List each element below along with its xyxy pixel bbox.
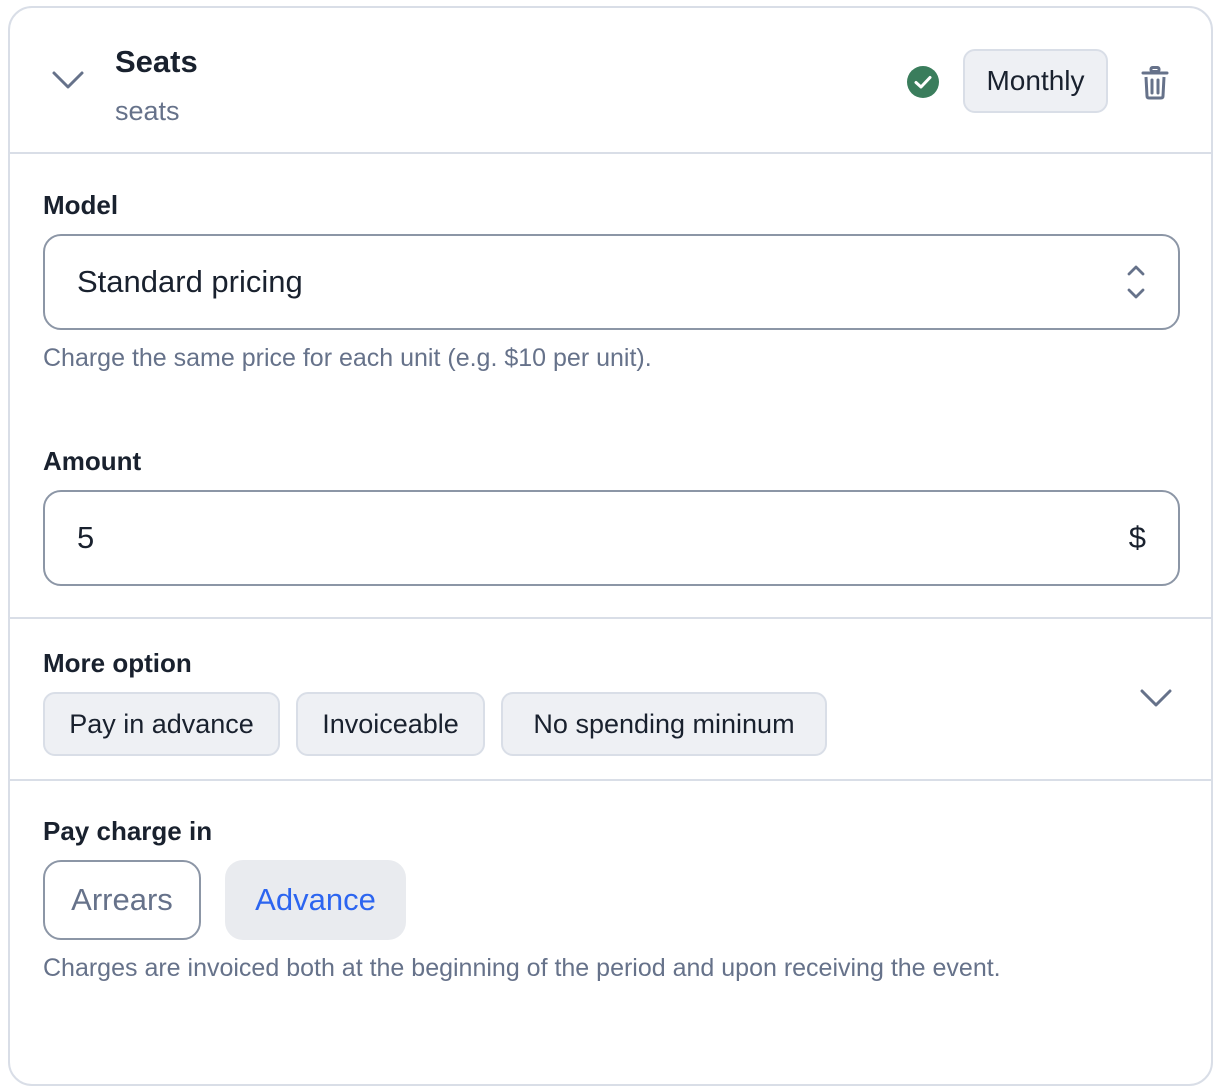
amount-input-value: 5: [77, 520, 95, 555]
collapse-button[interactable]: [46, 62, 90, 98]
pay-charge-arrears-option[interactable]: Arrears: [43, 860, 201, 940]
pay-charge-label: Pay charge in: [43, 816, 213, 846]
more-options-toggle[interactable]: [1134, 680, 1178, 716]
charge-code: seats: [115, 96, 180, 126]
interval-badge: Monthly: [963, 49, 1108, 113]
trash-icon: [1141, 66, 1169, 100]
currency-symbol: $: [1128, 520, 1146, 555]
amount-input[interactable]: 5 $: [43, 490, 1180, 586]
pay-charge-helper-text: Charges are invoiced both at the beginni…: [43, 954, 1001, 982]
divider: [10, 779, 1211, 781]
model-select[interactable]: Standard pricing: [43, 234, 1180, 330]
divider: [10, 617, 1211, 619]
pay-charge-advance-option[interactable]: Advance: [225, 860, 406, 940]
check-circle-icon: [907, 66, 939, 98]
delete-charge-button[interactable]: [1138, 64, 1172, 102]
chevron-down-icon: [1140, 689, 1172, 707]
model-label: Model: [43, 190, 119, 220]
amount-label: Amount: [43, 446, 142, 476]
model-select-value: Standard pricing: [77, 264, 303, 299]
more-options-label: More option: [43, 648, 192, 678]
chevron-up-down-icon: [1127, 265, 1145, 299]
charge-title: Seats: [115, 44, 198, 79]
chip-invoiceable[interactable]: Invoiceable: [296, 692, 485, 756]
model-helper-text: Charge the same price for each unit (e.g…: [43, 344, 652, 372]
chip-no-spending-minimum[interactable]: No spending mininum: [501, 692, 827, 756]
chip-pay-in-advance[interactable]: Pay in advance: [43, 692, 280, 756]
charge-header: Seats seats Monthly: [10, 8, 1211, 154]
chevron-down-icon: [52, 71, 84, 89]
charge-card: Seats seats Monthly Model Standard prici…: [8, 6, 1213, 1086]
